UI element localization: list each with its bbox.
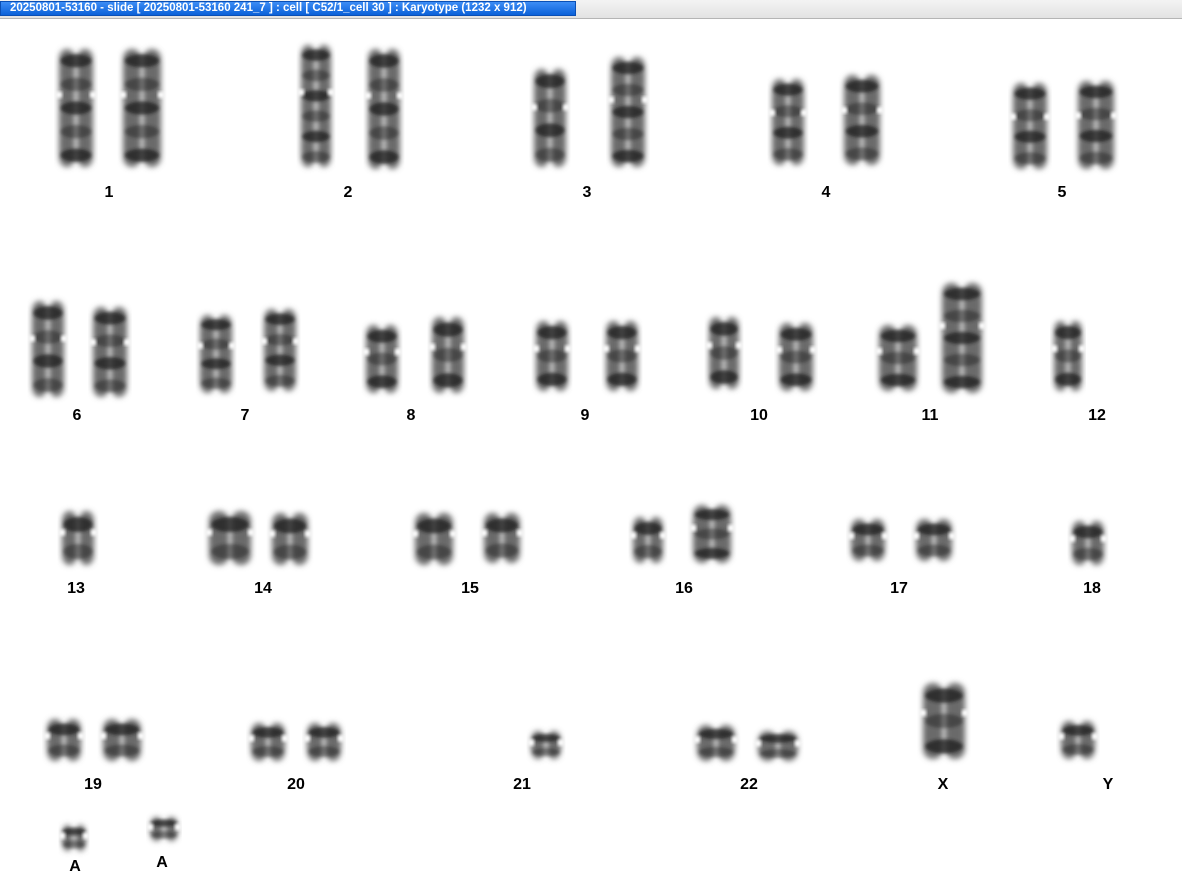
karyotype-label: 22: [740, 776, 758, 793]
karyotype-label: Y: [1102, 776, 1114, 793]
chromosome-16-1: [630, 517, 666, 563]
chromosome-14-2: [269, 513, 311, 565]
chromosome-1-2: [120, 49, 164, 167]
karyotype-label: 2: [343, 184, 353, 201]
karyotype-label: 4: [821, 184, 831, 201]
karyotype-label: 12: [1088, 407, 1106, 424]
chromosome-11-1: [876, 325, 920, 391]
chromosome-4-2: [841, 75, 883, 165]
chromosome-5-2: [1075, 81, 1117, 169]
karyotype-label: 1: [104, 184, 114, 201]
karyotype-label: 7: [240, 407, 250, 424]
chromosome-7-2: [261, 309, 299, 391]
karyotype-label: A: [156, 854, 168, 871]
chromosome-1-1: [56, 49, 96, 167]
karyotype-label: 15: [461, 580, 479, 597]
karyotype-label: 5: [1057, 184, 1067, 201]
chromosome-19-1: [44, 719, 84, 761]
chromosome-21-1: [528, 731, 564, 759]
chromosome-13-1: [59, 511, 97, 565]
karyotype-label: 6: [72, 407, 82, 424]
chromosome-11-2: [939, 283, 985, 393]
chromosome-18-1: [1069, 521, 1107, 565]
karyotype-label: 3: [582, 184, 592, 201]
chromosome-15-2: [481, 513, 523, 563]
chromosome-25-1: [59, 825, 89, 851]
chromosome-7-1: [197, 315, 235, 393]
window-title[interactable]: 20250801-53160 - slide [ 20250801-53160 …: [0, 1, 576, 16]
chromosome-19-2: [100, 719, 144, 761]
karyotype-label: 20: [287, 776, 305, 793]
window-title-bar: 20250801-53160 - slide [ 20250801-53160 …: [0, 0, 1182, 19]
karyotype-label: 18: [1083, 580, 1101, 597]
karyotype-label: A: [69, 858, 81, 875]
chromosome-22-2: [755, 731, 801, 761]
karyotype-label: 19: [84, 776, 102, 793]
chromosome-6-2: [90, 307, 130, 397]
chromosome-20-2: [304, 723, 344, 761]
karyotype-label: 16: [675, 580, 693, 597]
karyotype-canvas: 1 2 3 4 5 6 7 8 9 10 11 12 13 14 15 16 17 18 19 20 21 22 X Y A A: [0, 19, 1182, 875]
chromosome-9-1: [533, 321, 571, 391]
chromosome-10-1: [706, 317, 742, 389]
chromosome-15-1: [412, 513, 456, 565]
chromosome-17-1: [848, 519, 888, 561]
karyotype-label: 17: [890, 580, 908, 597]
chromosome-image: [29, 45, 1117, 851]
chromosome-24-1: [1058, 721, 1098, 759]
chromosome-2-2: [365, 49, 403, 169]
chromosome-3-1: [531, 69, 569, 167]
chromosome-6-1: [29, 301, 67, 397]
chromosome-2-1: [298, 45, 334, 167]
chromosome-4-1: [769, 79, 807, 165]
chromosome-3-2: [608, 57, 648, 167]
chromosome-8-2: [429, 317, 467, 393]
chromosome-20-1: [248, 723, 288, 761]
chromosome-23-1: [920, 683, 968, 759]
chromosome-9-2: [603, 321, 641, 391]
chromosome-17-2: [913, 519, 955, 561]
chromosome-16-2: [690, 505, 734, 563]
karyotype-label: 13: [67, 580, 85, 597]
chromosome-12-1: [1051, 321, 1085, 391]
karyotype-label: 9: [580, 407, 590, 424]
chromosome-14-1: [206, 511, 254, 565]
chromosome-26-1: [147, 817, 181, 841]
chromosome-8-1: [363, 325, 401, 393]
chromosome-5-1: [1010, 83, 1050, 169]
chromosome-22-1: [694, 725, 738, 761]
karyotype-label: X: [937, 776, 949, 793]
karyotype-label: 8: [406, 407, 416, 424]
karyotype-label: 11: [921, 407, 939, 424]
karyotype-label: 10: [750, 407, 768, 424]
karyotype-label: 21: [513, 776, 531, 793]
karyotype-label: 14: [254, 580, 272, 597]
chromosome-10-2: [776, 323, 816, 391]
